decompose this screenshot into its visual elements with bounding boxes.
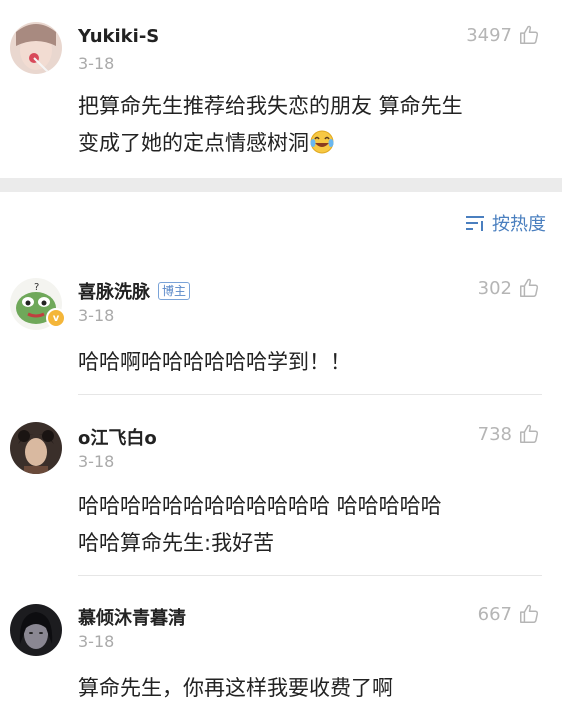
like-count: 302	[477, 277, 512, 299]
avatar[interactable]	[10, 22, 62, 74]
svg-text:?: ?	[34, 282, 39, 293]
avatar[interactable]	[10, 422, 62, 474]
comment-date: 3-18	[78, 452, 115, 471]
comment-date: 3-18	[78, 306, 115, 325]
section-divider	[0, 178, 562, 192]
like-count: 667	[477, 603, 512, 625]
comment-text: 算命先生，你再这样我要收费了啊	[78, 676, 393, 700]
like-button[interactable]: 667	[478, 603, 540, 625]
username[interactable]: 喜脉洗脉 博主	[78, 278, 191, 304]
comment-date: 3-18	[78, 54, 115, 73]
like-button[interactable]: 302	[478, 277, 540, 299]
like-count: 3497	[466, 24, 512, 46]
author-badge: 博主	[158, 282, 191, 300]
divider	[78, 394, 542, 395]
comment-text: 把算命先生推荐给我失恋的朋友 算命先生 变成了她的定点情感树洞	[78, 94, 463, 155]
sort-by-hot-button[interactable]: 按热度	[464, 210, 546, 236]
sort-icon	[466, 216, 484, 231]
top-comment: Yukiki-S 3-18 3497 把算命先生推荐给我失恋的朋友 算命先生 变…	[0, 0, 562, 178]
username[interactable]: 慕倾沐青暮清	[78, 604, 186, 630]
thumbs-up-icon	[520, 25, 539, 44]
username[interactable]: o江飞白o	[78, 424, 157, 450]
like-button[interactable]: 3497	[466, 24, 540, 46]
thumbs-up-icon	[520, 424, 539, 443]
like-button[interactable]: 738	[478, 423, 540, 445]
divider	[78, 575, 542, 576]
comment-text: 哈哈哈哈哈哈哈哈哈哈哈哈 哈哈哈哈哈 哈哈算命先生:我好苦	[78, 494, 442, 555]
laughing-crying-emoji-icon	[310, 130, 334, 154]
thumbs-up-icon	[520, 604, 539, 623]
comment-text: 哈哈啊哈哈哈哈哈哈学到！！	[78, 350, 351, 374]
thumbs-up-icon	[520, 278, 539, 297]
username[interactable]: Yukiki-S	[78, 26, 159, 47]
avatar[interactable]	[10, 604, 62, 656]
verified-badge-icon: v	[46, 308, 66, 328]
comment-date: 3-18	[78, 632, 115, 651]
sort-label: 按热度	[492, 214, 546, 235]
like-count: 738	[477, 423, 512, 445]
